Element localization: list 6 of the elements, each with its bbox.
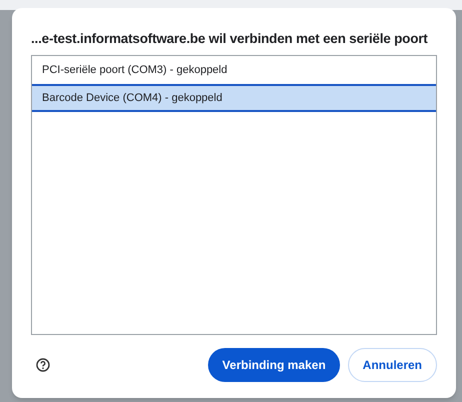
dialog-title: ...e-test.informatsoftware.be wil verbinden met een seriële poort: [31, 30, 428, 48]
cancel-button[interactable]: Annuleren: [348, 348, 437, 382]
connect-button[interactable]: Verbinding maken: [208, 348, 340, 382]
port-item[interactable]: PCI-seriële poort (COM3) - gekoppeld: [32, 56, 436, 84]
port-item[interactable]: Barcode Device (COM4) - gekoppeld: [32, 84, 436, 112]
help-icon[interactable]: [36, 358, 50, 372]
